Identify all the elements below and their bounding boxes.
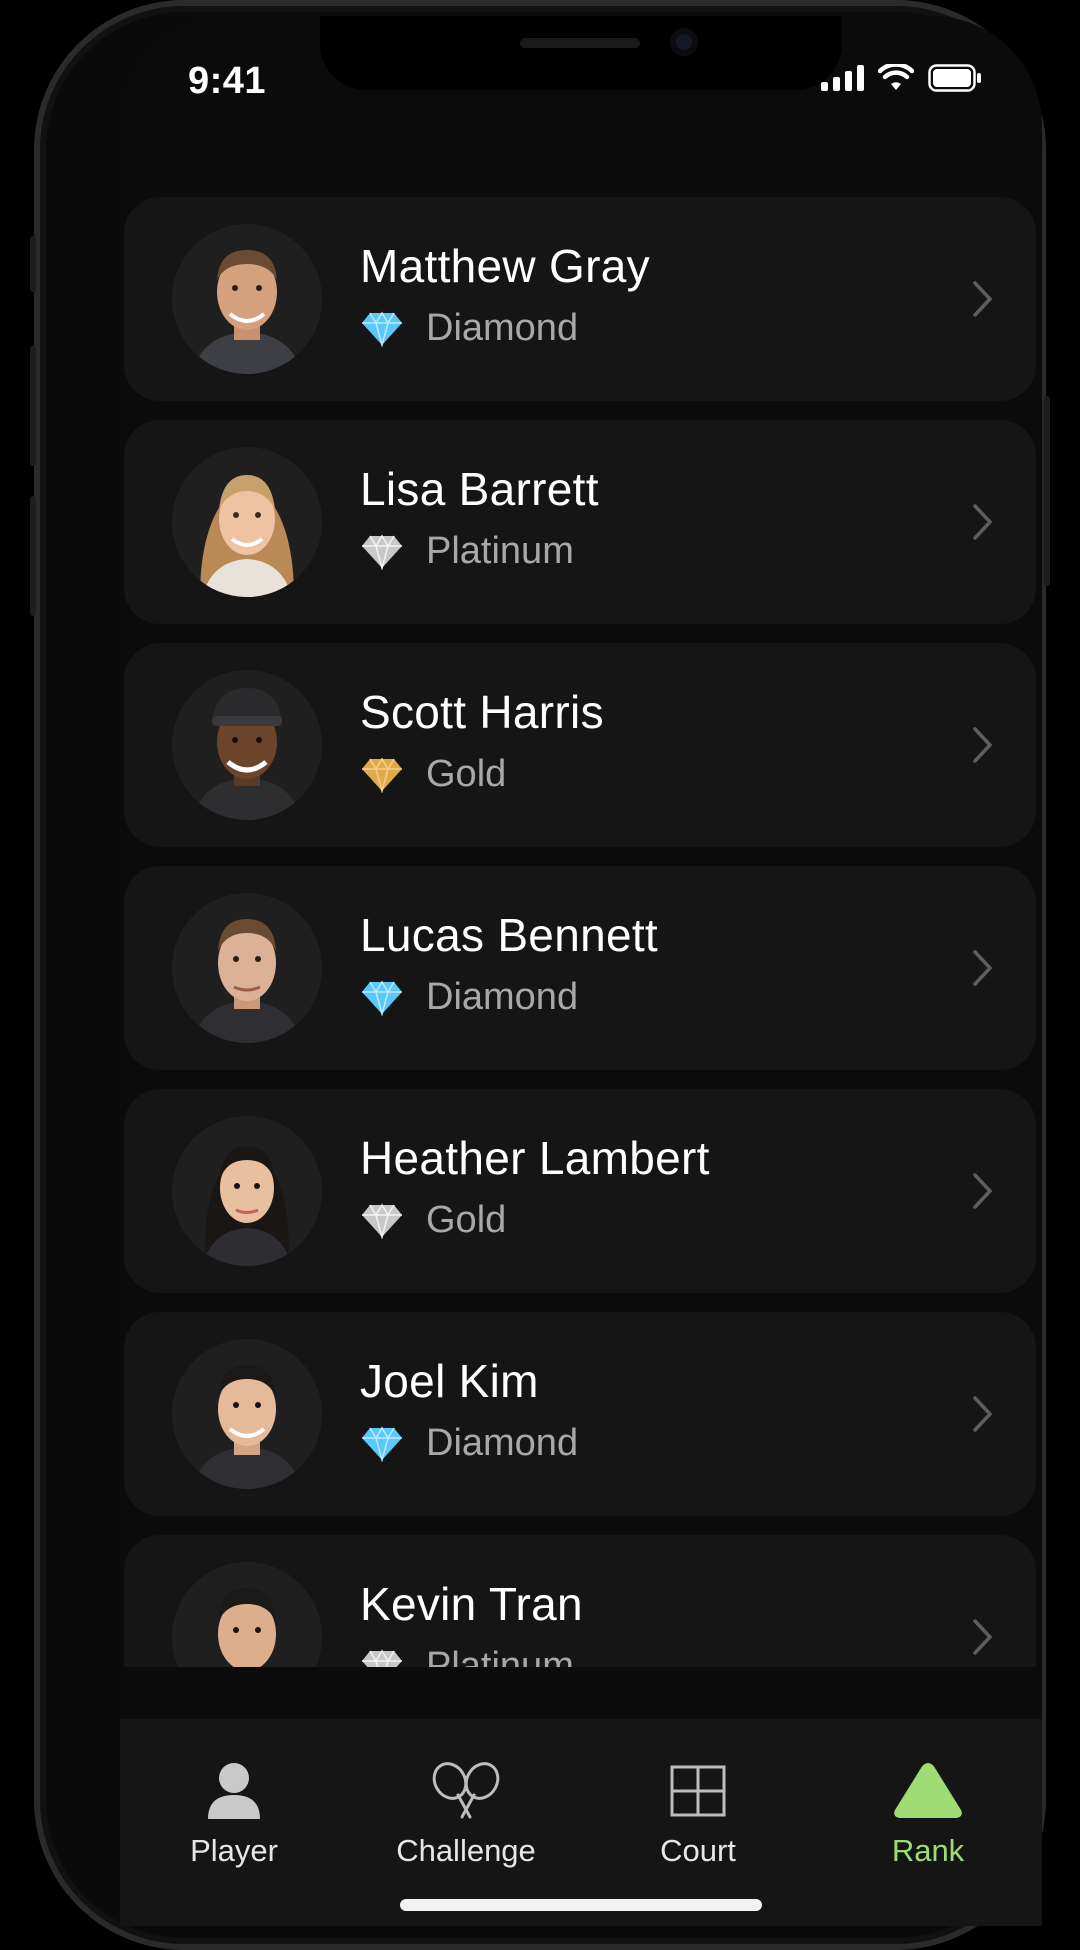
- player-row[interactable]: Kevin Tran Platinum: [124, 1535, 1036, 1667]
- diamond-blue-icon: [362, 311, 402, 347]
- signal-icon: [821, 65, 864, 91]
- avatar: [172, 670, 322, 820]
- tab-label: Player: [190, 1833, 278, 1868]
- tier-badge: Platinum: [360, 530, 574, 573]
- avatar: [172, 447, 322, 597]
- notch: [320, 16, 842, 90]
- tier-badge: Platinum: [360, 1645, 574, 1667]
- player-row[interactable]: Matthew Gray Diamond: [124, 197, 1036, 401]
- home-indicator[interactable]: [400, 1899, 762, 1911]
- diamond-silver-icon: [362, 1203, 402, 1239]
- tier-badge: Diamond: [360, 976, 578, 1019]
- tier-label: Diamond: [426, 307, 579, 349]
- camera-icon: [670, 28, 698, 56]
- tab-label: Rank: [891, 1833, 965, 1868]
- tier-label: Platinum: [426, 530, 574, 572]
- diamond-silver-icon: [362, 534, 402, 570]
- tab-court[interactable]: Court: [598, 1759, 798, 1889]
- player-row[interactable]: Scott Harris Gold: [124, 643, 1036, 847]
- person-icon: [208, 1763, 260, 1819]
- avatar: [172, 1116, 322, 1266]
- triangle-icon: [894, 1763, 962, 1818]
- volume-up-button: [30, 346, 36, 466]
- tier-badge: Diamond: [360, 1422, 578, 1465]
- screen: 9:41 Matthew Gray Diamond Lisa Barrett P…: [120, 16, 1042, 1926]
- avatar: [172, 893, 322, 1043]
- player-row[interactable]: Heather Lambert Gold: [124, 1089, 1036, 1293]
- power-button: [1044, 396, 1050, 586]
- speaker-grille: [520, 38, 640, 48]
- player-name: Lisa Barrett: [360, 463, 599, 515]
- player-row[interactable]: Lisa Barrett Platinum: [124, 420, 1036, 624]
- tier-label: Diamond: [426, 976, 579, 1018]
- rackets-icon: [432, 1762, 500, 1819]
- diamond-blue-icon: [362, 1426, 402, 1462]
- tier-label: Platinum: [426, 1645, 574, 1667]
- tab-rank[interactable]: Rank: [828, 1759, 1028, 1889]
- avatar: [172, 224, 322, 374]
- player-name: Heather Lambert: [360, 1132, 710, 1184]
- chevron-right-icon: [973, 1173, 993, 1209]
- diamond-blue-icon: [362, 980, 402, 1016]
- status-icons: [821, 64, 982, 92]
- tier-badge: Gold: [360, 753, 506, 796]
- tier-label: Gold: [426, 753, 507, 795]
- player-name: Scott Harris: [360, 686, 604, 738]
- diamond-gold-icon: [362, 757, 402, 793]
- player-name: Matthew Gray: [360, 240, 650, 292]
- chevron-right-icon: [973, 1619, 993, 1655]
- tab-label: Court: [660, 1833, 736, 1868]
- avatar: [172, 1339, 322, 1489]
- battery-icon: [928, 64, 981, 92]
- tab-player[interactable]: Player: [134, 1759, 334, 1889]
- chevron-right-icon: [973, 727, 993, 763]
- player-row[interactable]: Lucas Bennett Diamond: [124, 866, 1036, 1070]
- tier-label: Gold: [426, 1199, 507, 1241]
- chevron-right-icon: [973, 504, 993, 540]
- mute-switch: [30, 236, 36, 292]
- tab-bar: Player Challenge Court Rank: [120, 1719, 1042, 1926]
- player-name: Lucas Bennett: [360, 909, 659, 961]
- player-name: Joel Kim: [360, 1355, 539, 1407]
- volume-down-button: [30, 496, 36, 616]
- tab-challenge[interactable]: Challenge: [366, 1759, 566, 1889]
- tier-label: Diamond: [426, 1422, 579, 1464]
- status-time: 9:41: [188, 60, 267, 102]
- tier-badge: Gold: [360, 1199, 506, 1242]
- tab-label: Challenge: [396, 1833, 536, 1868]
- avatar: [172, 1562, 322, 1667]
- player-list: Matthew Gray Diamond Lisa Barrett Platin…: [124, 197, 1036, 1667]
- chevron-right-icon: [973, 950, 993, 986]
- diamond-silver-icon: [362, 1649, 402, 1667]
- chevron-right-icon: [973, 281, 993, 317]
- player-name: Kevin Tran: [360, 1578, 583, 1630]
- grid-icon: [670, 1765, 726, 1817]
- tier-badge: Diamond: [360, 307, 578, 350]
- chevron-right-icon: [973, 1396, 993, 1432]
- phone-frame: 9:41 Matthew Gray Diamond Lisa Barrett P…: [30, 0, 1050, 1950]
- player-row[interactable]: Joel Kim Diamond: [124, 1312, 1036, 1516]
- wifi-icon: [878, 64, 914, 90]
